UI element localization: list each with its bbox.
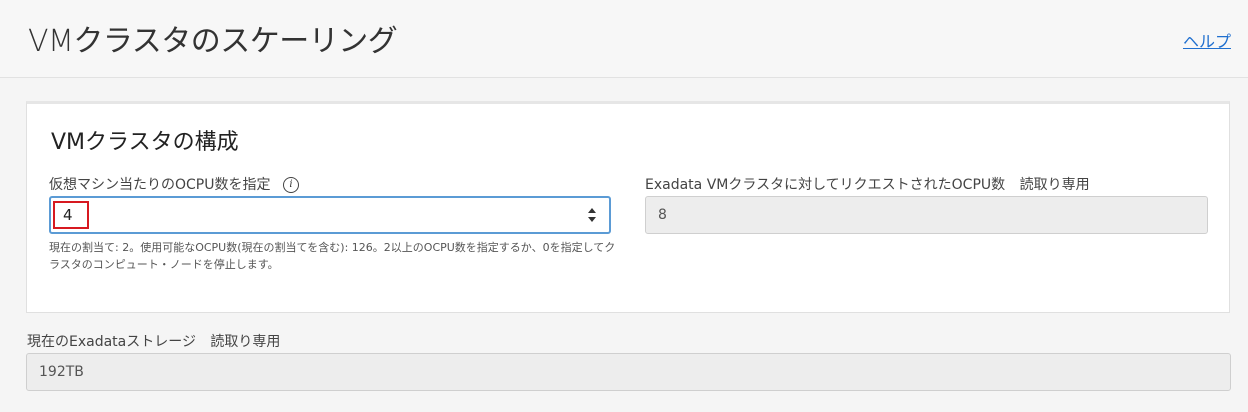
requested-ocpu-label: Exadata VMクラスタに対してリクエストされたOCPU数 読取り専用: [645, 174, 1090, 194]
requested-ocpu-label-text: Exadata VMクラスタに対してリクエストされたOCPU数: [645, 177, 1006, 193]
page-title: VMクラスタのスケーリング: [28, 24, 398, 59]
spinner-arrows-icon[interactable]: [587, 207, 597, 223]
storage-value: 192TB: [39, 364, 84, 380]
info-icon[interactable]: i: [282, 177, 299, 193]
readonly-tag: 読取り専用: [1019, 177, 1090, 193]
storage-field: 192TB: [26, 353, 1231, 391]
storage-readonly-tag: 読取り専用: [210, 334, 281, 350]
ocpu-count-input[interactable]: 4: [49, 196, 611, 234]
ocpu-help-text: 現在の割当て: 2。使用可能なOCPU数(現在の割当てを含む): 126。2以上…: [49, 241, 616, 271]
ocpu-input-value[interactable]: 4: [63, 206, 73, 224]
help-link[interactable]: ヘルプ: [1183, 28, 1231, 52]
storage-label: 現在のExadataストレージ 読取り専用: [27, 331, 280, 351]
requested-ocpu-value: 8: [658, 207, 667, 223]
ocpu-label-text: 仮想マシン当たりのOCPU数を指定: [49, 177, 271, 193]
vm-cluster-config-card: VMクラスタの構成 仮想マシン当たりのOCPU数を指定 i 4 現在の割当て: …: [26, 101, 1230, 313]
ocpu-field-label: 仮想マシン当たりのOCPU数を指定 i: [49, 174, 299, 194]
storage-label-text: 現在のExadataストレージ: [27, 334, 196, 350]
card-title: VMクラスタの構成: [51, 130, 239, 155]
page-header: VMクラスタのスケーリング ヘルプ: [0, 0, 1248, 78]
requested-ocpu-field: 8: [645, 196, 1208, 234]
